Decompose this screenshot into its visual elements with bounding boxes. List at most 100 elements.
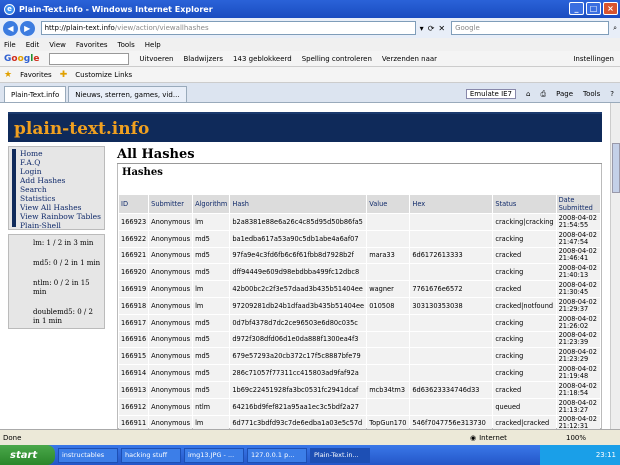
nav-statistics[interactable]: Statistics [20, 194, 104, 203]
nav-view-all-hashes[interactable]: View All Hashes [20, 203, 104, 212]
table-cell: cracking [493, 314, 556, 331]
col-hex: Hex [410, 195, 493, 213]
vertical-scrollbar[interactable] [610, 103, 620, 429]
google-run-button[interactable]: Uitvoeren [139, 55, 173, 63]
home-icon[interactable]: ⌂ [526, 90, 530, 98]
table-cell: 166914 [119, 365, 149, 381]
table-cell: cracking|cracking [493, 214, 556, 230]
url-input[interactable]: http://plain-text.info/view/action/viewa… [40, 21, 416, 35]
maximize-button[interactable]: □ [586, 2, 601, 15]
google-settings-button[interactable]: Instellingen [573, 55, 614, 63]
nav-search[interactable]: Search [20, 185, 104, 194]
minimize-button[interactable]: _ [569, 2, 584, 15]
google-search-input[interactable] [49, 52, 130, 65]
tab-nieuws[interactable]: Nieuws, sterren, games, vid... [68, 86, 187, 102]
refresh-icon[interactable]: ⟳ [428, 24, 435, 33]
search-placeholder: Google [455, 24, 480, 32]
table-cell: 2008-04-02 21:12:31 [556, 415, 600, 429]
google-logo: Google [4, 53, 40, 64]
table-cell: 166923 [119, 214, 149, 230]
table-row: 166912 Anonymous ntlm 64216bd9fef821a95aa1e… [119, 398, 600, 415]
sidebar-nav: Home F.A.Q Login Add Hashes Search Stati… [8, 146, 105, 230]
table-cell: 0d7bf4378d7dc2ce96503e6d80c035c [230, 314, 367, 331]
table-cell: b2a8381e88e6a26c4c85d95d50b86fa5 [230, 214, 367, 230]
favorites-button[interactable]: Favorites [20, 71, 52, 79]
nav-faq[interactable]: F.A.Q [20, 158, 104, 167]
nav-plain-shell[interactable]: Plain-Shell [20, 221, 104, 230]
table-cell: md5 [193, 314, 230, 331]
menu-view[interactable]: View [49, 41, 66, 49]
task-instructables[interactable]: instructables [58, 447, 118, 463]
menu-favorites[interactable]: Favorites [76, 41, 108, 49]
table-cell: cracking [493, 230, 556, 247]
table-cell [410, 214, 493, 230]
task-plain-text[interactable]: Plain-Text.in... [310, 447, 370, 463]
task-localhost[interactable]: 127.0.0.1 p... [247, 447, 307, 463]
table-cell: lm [193, 297, 230, 314]
menu-help[interactable]: Help [145, 41, 161, 49]
table-cell: 166912 [119, 398, 149, 415]
table-cell: 7761676e6572 [410, 281, 493, 297]
page-menu[interactable]: Page [556, 90, 573, 98]
stat-doublemd5: doublemd5: 0 / 2 in 1 min [33, 308, 93, 325]
menu-edit[interactable]: Edit [26, 41, 40, 49]
table-cell: mara33 [367, 247, 410, 264]
tab-plain-text[interactable]: Plain-Text.info [4, 86, 67, 102]
help-icon[interactable]: ? [610, 90, 614, 98]
zoom-level[interactable]: 100% [566, 434, 586, 442]
search-input[interactable]: Google [451, 21, 610, 35]
send-to-button[interactable]: Verzenden naar [382, 55, 437, 63]
forward-button[interactable]: ▶ [19, 20, 35, 36]
search-icon[interactable]: ⌕ [613, 24, 617, 33]
nav-view-rainbow-tables[interactable]: View Rainbow Tables [20, 212, 104, 221]
print-icon[interactable]: ⎙ [540, 90, 546, 99]
address-bar: ◀ ▶ http://plain-text.info/view/action/v… [0, 18, 620, 38]
table-cell: Anonymous [149, 398, 193, 415]
tools-menu[interactable]: Tools [583, 90, 600, 98]
popup-blocked-button[interactable]: 143 geblokkeerd [233, 55, 292, 63]
nav-login[interactable]: Login [20, 167, 104, 176]
scrollbar-thumb[interactable] [612, 143, 620, 193]
close-window-button[interactable]: × [603, 2, 618, 15]
table-cell: wagner [367, 281, 410, 297]
table-cell: 679e57293a20cb372c17f5c8887bfe79 [230, 348, 367, 365]
nav-add-hashes[interactable]: Add Hashes [20, 176, 104, 185]
table-cell: Anonymous [149, 281, 193, 297]
back-button[interactable]: ◀ [3, 20, 18, 36]
col-status: Status [493, 195, 556, 213]
start-button[interactable]: start [0, 445, 55, 465]
menu-tools[interactable]: Tools [118, 41, 135, 49]
bookmarks-button[interactable]: Bladwijzers [183, 55, 223, 63]
site-header: plain-text.info [8, 112, 602, 142]
table-cell: md5 [193, 247, 230, 264]
table-cell: 010508 [367, 297, 410, 314]
task-image-viewer[interactable]: img13.JPG - ... [184, 447, 244, 463]
table-cell: 2008-04-02 21:26:02 [556, 314, 600, 331]
stop-icon[interactable]: ✕ [438, 24, 445, 33]
table-row: 166918 Anonymous lm 97209281db24b1dfaad3b43… [119, 297, 600, 314]
menu-file[interactable]: File [4, 41, 16, 49]
table-cell: 2008-04-02 21:19:48 [556, 365, 600, 381]
task-hacking-stuff[interactable]: hacking stuff [121, 447, 181, 463]
add-favorite-icon[interactable]: ✚ [60, 70, 68, 80]
table-header-row: ID Submitter Algorithm Hash Value Hex St… [119, 195, 600, 213]
table-cell: cracked [493, 281, 556, 297]
table-cell: 64216bd9fef821a95aa1ec3c5bdf2a27 [230, 398, 367, 415]
table-cell: md5 [193, 365, 230, 381]
table-cell: 166922 [119, 230, 149, 247]
site-title[interactable]: plain-text.info [14, 119, 149, 139]
table-cell: md5 [193, 348, 230, 365]
table-cell: 166920 [119, 264, 149, 281]
customize-links-link[interactable]: Customize Links [75, 71, 132, 79]
table-row: 166913 Anonymous md5 1b69c22451928fa3bc0531… [119, 381, 600, 398]
spellcheck-button[interactable]: Spelling controleren [302, 55, 372, 63]
nav-home[interactable]: Home [20, 149, 104, 158]
table-cell [367, 348, 410, 365]
table-cell: md5 [193, 264, 230, 281]
nav-strip [12, 149, 16, 227]
table-row: 166923 Anonymous lm b2a8381e88e6a26c4c85d95… [119, 214, 600, 230]
table-cell: Anonymous [149, 348, 193, 365]
emulate-ie7-button[interactable]: Emulate IE7 [465, 89, 517, 99]
go-icon[interactable]: ▾ [420, 24, 424, 33]
table-row: 166916 Anonymous md5 d972f308dfd06d1e0da888… [119, 331, 600, 348]
